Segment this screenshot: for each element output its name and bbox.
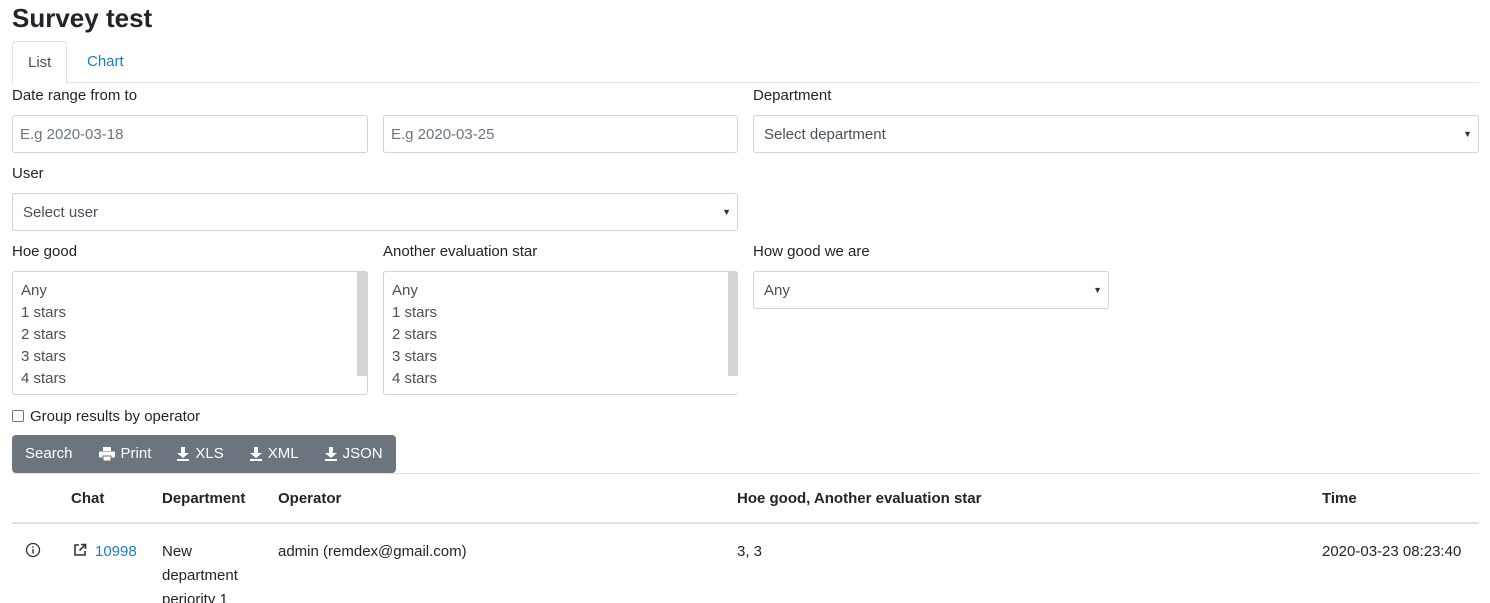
hoe-good-option[interactable]: 2 stars (21, 324, 66, 346)
time-cell: 2020-03-23 08:23:40 (1322, 543, 1462, 560)
department-select-value: Select department (764, 126, 886, 143)
json-button[interactable]: JSON (312, 435, 396, 473)
group-by-operator-row: Group results by operator (12, 406, 200, 426)
date-from-field[interactable] (12, 115, 368, 153)
hoe-good-label: Hoe good (12, 243, 78, 260)
another-eval-option[interactable]: 4 stars (392, 368, 437, 390)
download-icon (177, 447, 190, 461)
hoe-good-option[interactable]: 3 stars (21, 346, 66, 368)
department-select[interactable]: Select department ▼ (753, 115, 1479, 153)
another-eval-option[interactable]: 1 stars (392, 302, 437, 324)
operator-cell: admin (remdex@gmail.com) (278, 543, 467, 560)
group-by-operator-checkbox[interactable] (12, 410, 24, 422)
chat-id-link[interactable]: 10998 (95, 540, 137, 564)
date-to-input[interactable] (384, 116, 737, 152)
print-button[interactable]: Print (86, 435, 165, 473)
user-select[interactable]: Select user ▼ (12, 193, 738, 231)
column-header-time: Time (1322, 490, 1357, 507)
department-cell-line: New (162, 543, 193, 560)
date-from-input[interactable] (13, 116, 367, 152)
tab-chart[interactable]: Chart (72, 41, 139, 83)
hoe-good-listbox[interactable]: Any 1 stars 2 stars 3 stars 4 stars (12, 271, 368, 395)
evaluation-cell: 3, 3 (737, 543, 763, 560)
department-cell-line: periority 1 (162, 591, 228, 603)
caret-down-icon: ▼ (1093, 285, 1102, 295)
another-eval-option[interactable]: 3 stars (392, 346, 437, 368)
another-eval-label: Another evaluation star (383, 243, 538, 260)
group-by-operator-label[interactable]: Group results by operator (30, 408, 200, 425)
another-eval-scrollbar[interactable] (728, 272, 738, 376)
action-button-group: Search Print XLS XML JSON (12, 435, 396, 473)
date-to-field[interactable] (383, 115, 738, 153)
tab-bar: List Chart (12, 41, 1479, 84)
table-header-divider (12, 522, 1479, 524)
divider (12, 473, 1479, 474)
xls-button-label: XLS (195, 445, 224, 462)
page-title: Survey test (12, 3, 153, 33)
external-link-icon[interactable] (72, 542, 88, 558)
caret-down-icon: ▼ (1463, 129, 1472, 139)
search-button[interactable]: Search (12, 435, 86, 473)
hoe-good-option[interactable]: Any (21, 280, 47, 302)
another-eval-option[interactable]: Any (392, 280, 418, 302)
xml-button-label: XML (267, 445, 299, 462)
hoe-good-scrollbar[interactable] (357, 272, 367, 376)
column-header-department: Department (162, 490, 246, 507)
how-good-label: How good we are (753, 243, 870, 260)
download-icon (324, 447, 337, 461)
another-eval-listbox[interactable]: Any 1 stars 2 stars 3 stars 4 stars (383, 271, 738, 395)
hoe-good-option[interactable]: 1 stars (21, 302, 66, 324)
column-header-operator: Operator (278, 490, 342, 507)
printer-icon (98, 447, 115, 461)
caret-down-icon: ▼ (722, 207, 731, 217)
how-good-select-value: Any (764, 282, 790, 299)
json-button-label: JSON (342, 445, 383, 462)
department-cell: New department periority 1 (162, 540, 262, 603)
xls-button[interactable]: XLS (164, 435, 236, 473)
user-select-value: Select user (23, 204, 99, 221)
how-good-select[interactable]: Any ▼ (753, 271, 1109, 309)
column-header-chat: Chat (71, 490, 105, 507)
search-button-label: Search (25, 445, 73, 462)
department-label: Department (753, 87, 832, 104)
tab-list[interactable]: List (12, 41, 68, 84)
hoe-good-option[interactable]: 4 stars (21, 368, 66, 390)
download-icon (249, 447, 262, 461)
date-range-label: Date range from to (12, 87, 138, 104)
column-header-evaluation: Hoe good, Another evaluation star (737, 490, 982, 507)
another-eval-option[interactable]: 2 stars (392, 324, 437, 346)
info-circle-icon[interactable] (25, 542, 41, 558)
print-button-label: Print (120, 445, 152, 462)
department-cell-line: department (162, 567, 238, 584)
user-label: User (12, 165, 44, 182)
xml-button[interactable]: XML (237, 435, 312, 473)
